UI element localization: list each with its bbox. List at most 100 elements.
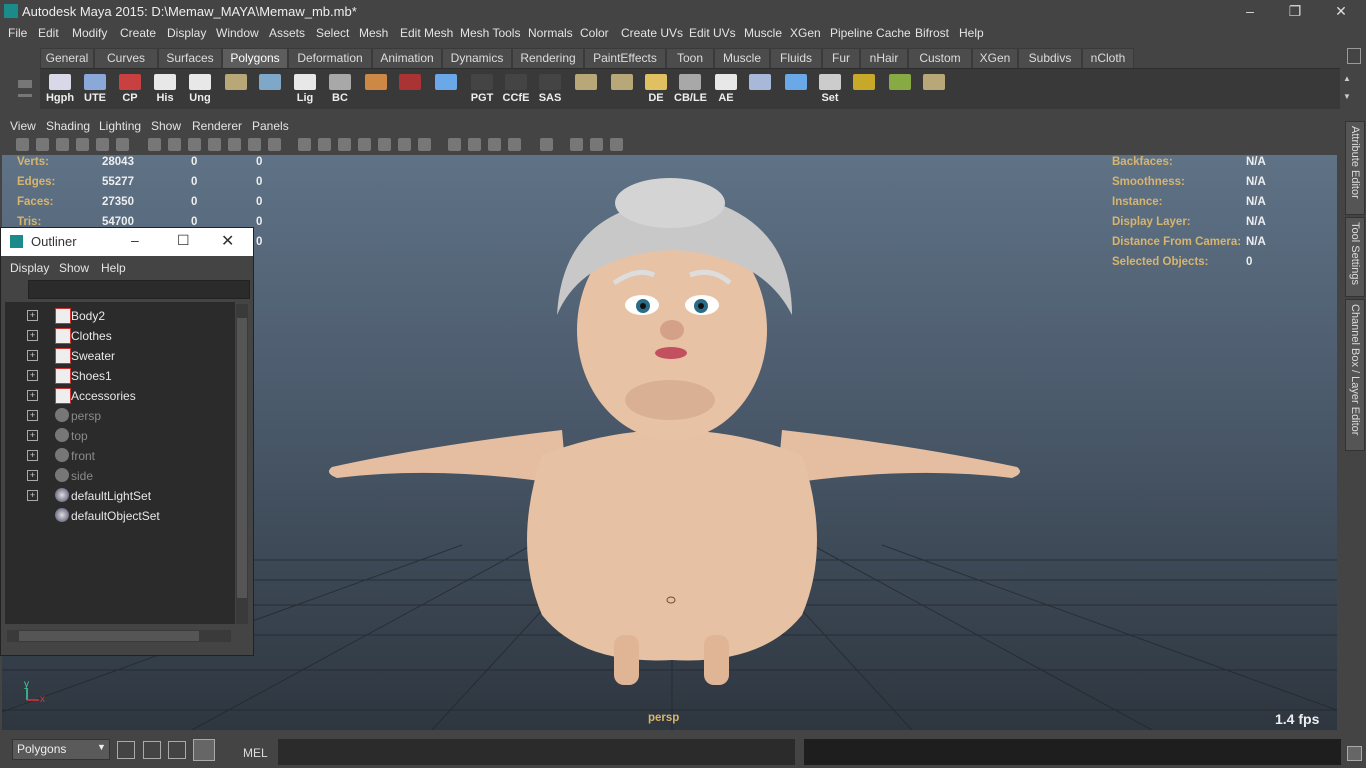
shelf-tab-fluids[interactable]: Fluids bbox=[770, 48, 822, 68]
shelf-button-attribute-editor[interactable]: AE bbox=[710, 72, 742, 106]
tool-icon[interactable] bbox=[117, 741, 135, 759]
mode-select[interactable]: Polygons ▼ bbox=[12, 739, 110, 760]
panel-tool-icon[interactable] bbox=[570, 138, 583, 151]
shelf-tab-xgen[interactable]: XGen bbox=[972, 48, 1018, 68]
outliner-close-button[interactable]: ✕ bbox=[221, 231, 234, 251]
shelf-button-globe-select[interactable] bbox=[254, 72, 286, 106]
panel-tool-icon[interactable] bbox=[248, 138, 261, 151]
outliner-item[interactable]: + front bbox=[9, 446, 235, 466]
shelf-tab-nhair[interactable]: nHair bbox=[860, 48, 908, 68]
panel-tool-icon[interactable] bbox=[268, 138, 281, 151]
shelf-button-light-editor[interactable]: Lig bbox=[289, 72, 321, 106]
shelf-button-set-key[interactable]: Set bbox=[814, 72, 846, 106]
menu-edit[interactable]: Edit bbox=[38, 26, 59, 40]
outliner-item[interactable]: + Shoes1 bbox=[9, 366, 235, 386]
shelf-grip[interactable] bbox=[0, 68, 38, 108]
script-editor-button[interactable] bbox=[1347, 746, 1362, 761]
outliner-h-scrollbar[interactable] bbox=[7, 630, 231, 642]
panel-tool-icon[interactable] bbox=[488, 138, 501, 151]
shelf-button-target[interactable] bbox=[848, 72, 880, 106]
panel-tool-icon[interactable] bbox=[298, 138, 311, 151]
outliner-icon[interactable] bbox=[168, 741, 186, 759]
panel-tool-icon[interactable] bbox=[148, 138, 161, 151]
shelf-tab-polygons[interactable]: Polygons bbox=[222, 48, 288, 68]
shelf-tab-animation[interactable]: Animation bbox=[372, 48, 442, 68]
script-editor-icon[interactable] bbox=[143, 741, 161, 759]
menu-muscle[interactable]: Muscle bbox=[744, 26, 782, 40]
panel-tool-icon[interactable] bbox=[116, 138, 129, 151]
shelf-tab-curves[interactable]: Curves bbox=[94, 48, 158, 68]
shelf-tab-deformation[interactable]: Deformation bbox=[288, 48, 372, 68]
expand-icon[interactable]: + bbox=[27, 470, 38, 481]
outliner-menu-display[interactable]: Display bbox=[10, 261, 49, 275]
panel-tool-icon[interactable] bbox=[468, 138, 481, 151]
shelf-button-layers[interactable] bbox=[918, 72, 950, 106]
panel-menu-renderer[interactable]: Renderer bbox=[192, 119, 242, 133]
panel-tool-icon[interactable] bbox=[540, 138, 553, 151]
menu-mesh[interactable]: Mesh bbox=[359, 26, 388, 40]
outliner-search-input[interactable] bbox=[28, 280, 250, 299]
side-tab-attribute-editor[interactable]: Attribute Editor bbox=[1345, 121, 1365, 215]
outliner-item[interactable]: + defaultLightSet bbox=[9, 486, 235, 506]
panel-tool-icon[interactable] bbox=[76, 138, 89, 151]
minimize-button[interactable]: – bbox=[1227, 0, 1273, 23]
menu-color[interactable]: Color bbox=[580, 26, 609, 40]
shelf-tab-dynamics[interactable]: Dynamics bbox=[442, 48, 512, 68]
maximize-button[interactable]: ❐ bbox=[1272, 0, 1318, 23]
side-tab-channel-box[interactable]: Channel Box / Layer Editor bbox=[1345, 299, 1365, 451]
outliner-item[interactable]: + Body2 bbox=[9, 306, 235, 326]
outliner-item[interactable]: + top bbox=[9, 426, 235, 446]
menu-pipeline-cache[interactable]: Pipeline Cache bbox=[830, 26, 911, 40]
outliner-maximize-button[interactable]: ☐ bbox=[177, 232, 190, 249]
expand-icon[interactable]: + bbox=[27, 450, 38, 461]
menu-create-uvs[interactable]: Create UVs bbox=[621, 26, 683, 40]
shelf-button-tiles[interactable] bbox=[606, 72, 638, 106]
panel-menu-lighting[interactable]: Lighting bbox=[99, 119, 141, 133]
panel-tool-icon[interactable] bbox=[56, 138, 69, 151]
expand-icon[interactable]: + bbox=[27, 490, 38, 501]
shelf-button-delete-history[interactable]: His bbox=[149, 72, 181, 106]
shelf-button-uv-editor[interactable]: UTE bbox=[79, 72, 111, 106]
shelf-tab-painteffects[interactable]: PaintEffects bbox=[584, 48, 666, 68]
shelf-button-sas[interactable]: SAS bbox=[534, 72, 566, 106]
shelf-button-bandage[interactable] bbox=[220, 72, 252, 106]
panel-tool-icon[interactable] bbox=[188, 138, 201, 151]
shelf-button-center-pivot[interactable]: CP bbox=[114, 72, 146, 106]
shelf-tab-ncloth[interactable]: nCloth bbox=[1082, 48, 1134, 68]
outliner-item[interactable]: + persp bbox=[9, 406, 235, 426]
panel-tool-icon[interactable] bbox=[16, 138, 29, 151]
expand-icon[interactable]: + bbox=[27, 350, 38, 361]
shelf-button-sphere-target[interactable] bbox=[884, 72, 916, 106]
panel-tool-icon[interactable] bbox=[378, 138, 391, 151]
shelf-button-display-layer[interactable]: DE bbox=[640, 72, 672, 106]
panel-tool-icon[interactable] bbox=[208, 138, 221, 151]
outliner-menu-help[interactable]: Help bbox=[101, 261, 126, 275]
outliner-minimize-button[interactable]: – bbox=[131, 232, 139, 248]
shelf-button-eye[interactable]: BC bbox=[324, 72, 356, 106]
outliner-item[interactable]: defaultObjectSet bbox=[9, 506, 235, 526]
shelf-button-gear-red[interactable] bbox=[394, 72, 426, 106]
side-tab-tool-settings[interactable]: Tool Settings bbox=[1345, 217, 1365, 297]
menu-assets[interactable]: Assets bbox=[269, 26, 305, 40]
script-language-label[interactable]: MEL bbox=[243, 746, 268, 760]
panel-tool-icon[interactable] bbox=[590, 138, 603, 151]
shelf-tab-toon[interactable]: Toon bbox=[666, 48, 714, 68]
panel-menu-shading[interactable]: Shading bbox=[46, 119, 90, 133]
menu-edit-uvs[interactable]: Edit UVs bbox=[689, 26, 736, 40]
shelf-tab-fur[interactable]: Fur bbox=[822, 48, 860, 68]
shelf-button-curve-blue[interactable] bbox=[780, 72, 812, 106]
panel-tool-icon[interactable] bbox=[448, 138, 461, 151]
shelf-button-pgt[interactable]: PGT bbox=[466, 72, 498, 106]
shelf-button-feather[interactable] bbox=[744, 72, 776, 106]
outliner-scrollbar[interactable] bbox=[236, 304, 248, 624]
close-button[interactable]: ✕ bbox=[1318, 0, 1364, 23]
panel-tool-icon[interactable] bbox=[36, 138, 49, 151]
expand-icon[interactable]: + bbox=[27, 410, 38, 421]
expand-icon[interactable]: + bbox=[27, 390, 38, 401]
shelf-tab-custom[interactable]: Custom bbox=[908, 48, 972, 68]
shelf-button-curve[interactable] bbox=[430, 72, 462, 106]
outliner-item[interactable]: + Sweater bbox=[9, 346, 235, 366]
panel-tool-icon[interactable] bbox=[228, 138, 241, 151]
panel-tool-icon[interactable] bbox=[508, 138, 521, 151]
menu-bifrost[interactable]: Bifrost bbox=[915, 26, 949, 40]
